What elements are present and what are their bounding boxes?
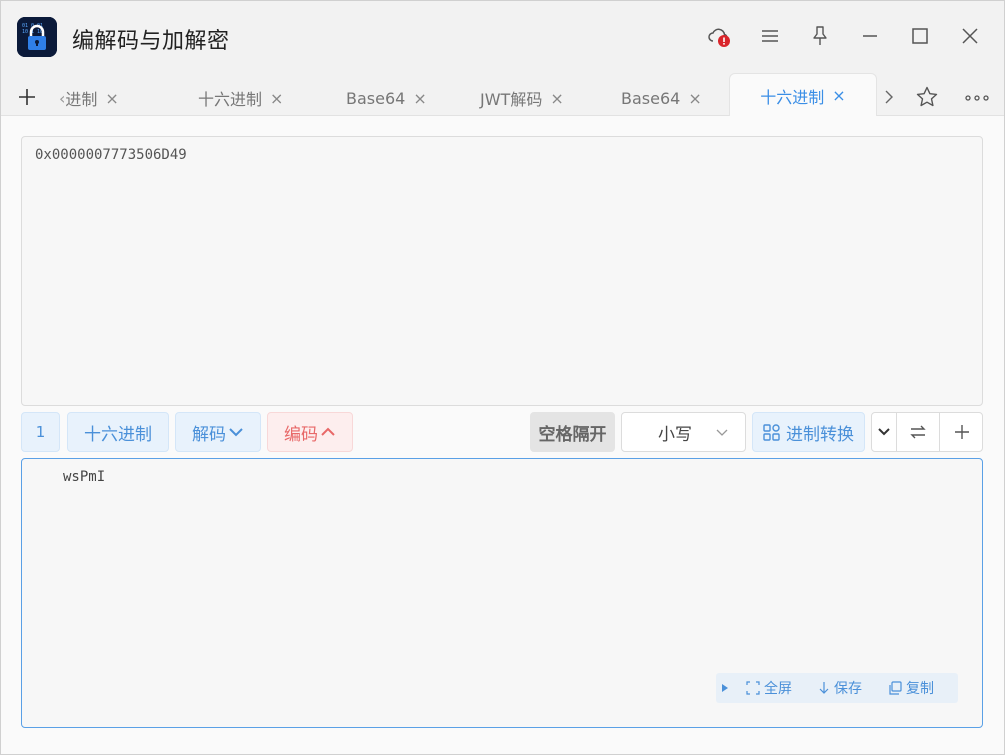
cloud-alert-icon[interactable] [706,23,732,49]
tab-base64-1[interactable]: Base64 × [346,85,427,111]
mode-label: 十六进制 [84,424,152,445]
tab-hex-active[interactable]: 十六进制 × [729,73,877,117]
tab-label: 进制 [65,90,98,109]
plus-icon[interactable] [940,413,983,451]
chevron-up-icon [321,427,335,436]
input-text: 0x0000007773506D49 [35,147,187,163]
tab-label: Base64 [621,88,681,108]
case-select[interactable]: 小写 [621,412,746,452]
fullscreen-icon [746,681,760,695]
output-actions-bar: 全屏 保存 复制 [716,673,958,703]
decode-button[interactable]: 解码 [175,412,261,452]
decode-label: 解码 [192,424,226,445]
space-separated-toggle[interactable]: 空格隔开 [530,412,615,452]
tab-close-icon[interactable]: × [413,89,426,108]
fullscreen-label: 全屏 [764,681,792,697]
input-textarea[interactable]: 0x0000007773506D49 [21,136,983,406]
tab-close-icon[interactable]: × [270,89,283,108]
tab-radix[interactable]: ‹ 进制 × [59,85,119,111]
app-window: 01 0 01 10 1 10 编解码与加解密 ‹ 进制 × 十六进制 × Ba… [0,0,1005,755]
more-icon[interactable] [964,93,990,103]
minimize-icon[interactable] [857,23,883,49]
copy-button[interactable]: 复制 [888,678,934,698]
tab-close-icon[interactable]: × [832,86,845,105]
case-value: 小写 [658,424,692,445]
download-icon [819,682,829,694]
tab-close-icon[interactable]: × [550,89,563,108]
action-toolbar: 1 十六进制 解码 编码 空格隔开 小写 进制转换 [1,412,1004,452]
chevron-down-icon [229,428,243,437]
grid-icon [763,423,780,441]
convert-label: 进制转换 [786,424,854,445]
extra-actions-group [871,412,983,452]
pin-icon[interactable] [807,23,833,49]
copy-icon [889,681,902,695]
tab-hex-1[interactable]: 十六进制 × [198,85,283,111]
star-icon[interactable] [915,85,939,109]
tab-jwt-decode[interactable]: JWT解码 × [480,85,564,111]
tab-base64-2[interactable]: Base64 × [621,85,702,111]
tab-close-icon[interactable]: × [105,89,118,108]
chevron-right-icon[interactable] [883,89,895,105]
tab-close-icon[interactable]: × [688,89,701,108]
encode-button[interactable]: 编码 [267,412,353,452]
collapse-arrow-icon[interactable] [721,683,729,693]
app-lock-icon: 01 0 01 10 1 10 [17,17,57,57]
output-text: wsPmI [63,469,106,485]
radix-convert-button[interactable]: 进制转换 [752,412,865,452]
tab-label: JWT解码 [480,90,543,109]
mode-button[interactable]: 十六进制 [67,412,169,452]
line-count-text: 1 [35,423,46,441]
save-label: 保存 [834,681,862,697]
app-title: 编解码与加解密 [72,29,230,54]
swap-icon[interactable] [897,413,940,451]
space-label: 空格隔开 [538,424,607,445]
tab-label: Base64 [346,88,406,108]
close-icon[interactable] [957,23,983,49]
title-bar: 01 0 01 10 1 10 编解码与加解密 [1,1,1004,73]
chevron-down-icon [716,429,728,436]
fullscreen-button[interactable]: 全屏 [746,678,792,698]
tab-label: 十六进制 [198,90,263,109]
line-count-badge: 1 [21,412,60,452]
copy-label: 复制 [906,681,934,697]
tab-label: 十六进制 [760,87,825,107]
maximize-icon[interactable] [907,23,933,49]
encode-label: 编码 [284,424,318,445]
main-content: 0x0000007773506D49 1 十六进制 解码 编码 空格隔开 小写 [1,116,1004,754]
menu-icon[interactable] [757,23,783,49]
expand-chevron-icon[interactable] [872,413,897,451]
tab-bar: ‹ 进制 × 十六进制 × Base64 × JWT解码 × Base64 × … [1,73,1004,117]
add-tab-icon[interactable] [17,87,37,107]
save-button[interactable]: 保存 [818,678,862,698]
